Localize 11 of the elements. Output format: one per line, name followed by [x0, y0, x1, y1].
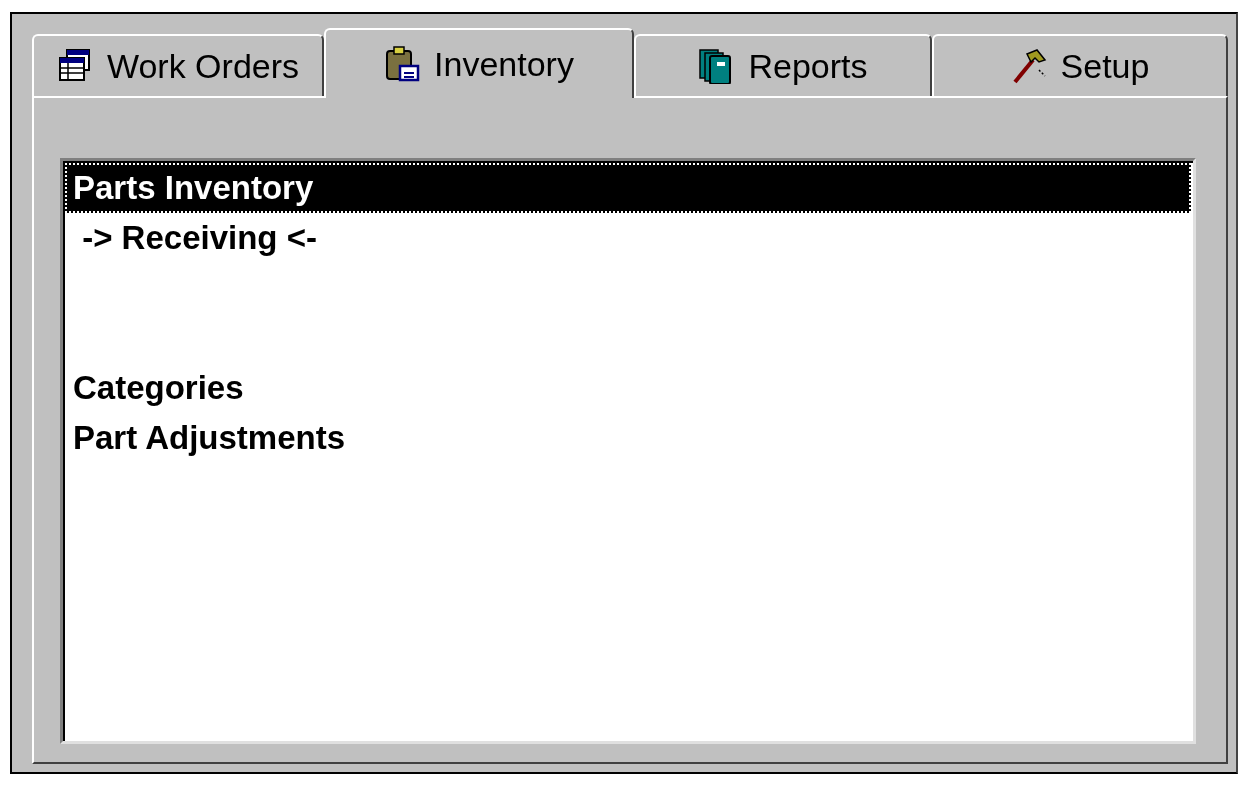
tab[interactable]: Inventory — [324, 28, 634, 98]
list-box[interactable]: Parts Inventory -> Receiving <- Categories Part Adjustments — [60, 158, 1196, 744]
tab[interactable]: Reports — [634, 34, 932, 96]
list-item[interactable]: Part Adjustments — [65, 413, 1191, 463]
list-item[interactable]: -> Receiving <- — [65, 213, 1191, 263]
table-icon — [56, 48, 93, 84]
clipboard-icon — [384, 46, 421, 82]
list-item[interactable]: Parts Inventory — [65, 163, 1191, 213]
tab[interactable]: Work Orders — [32, 34, 324, 96]
tab[interactable]: Setup — [932, 34, 1228, 96]
list-item[interactable]: Categories — [65, 363, 1191, 413]
